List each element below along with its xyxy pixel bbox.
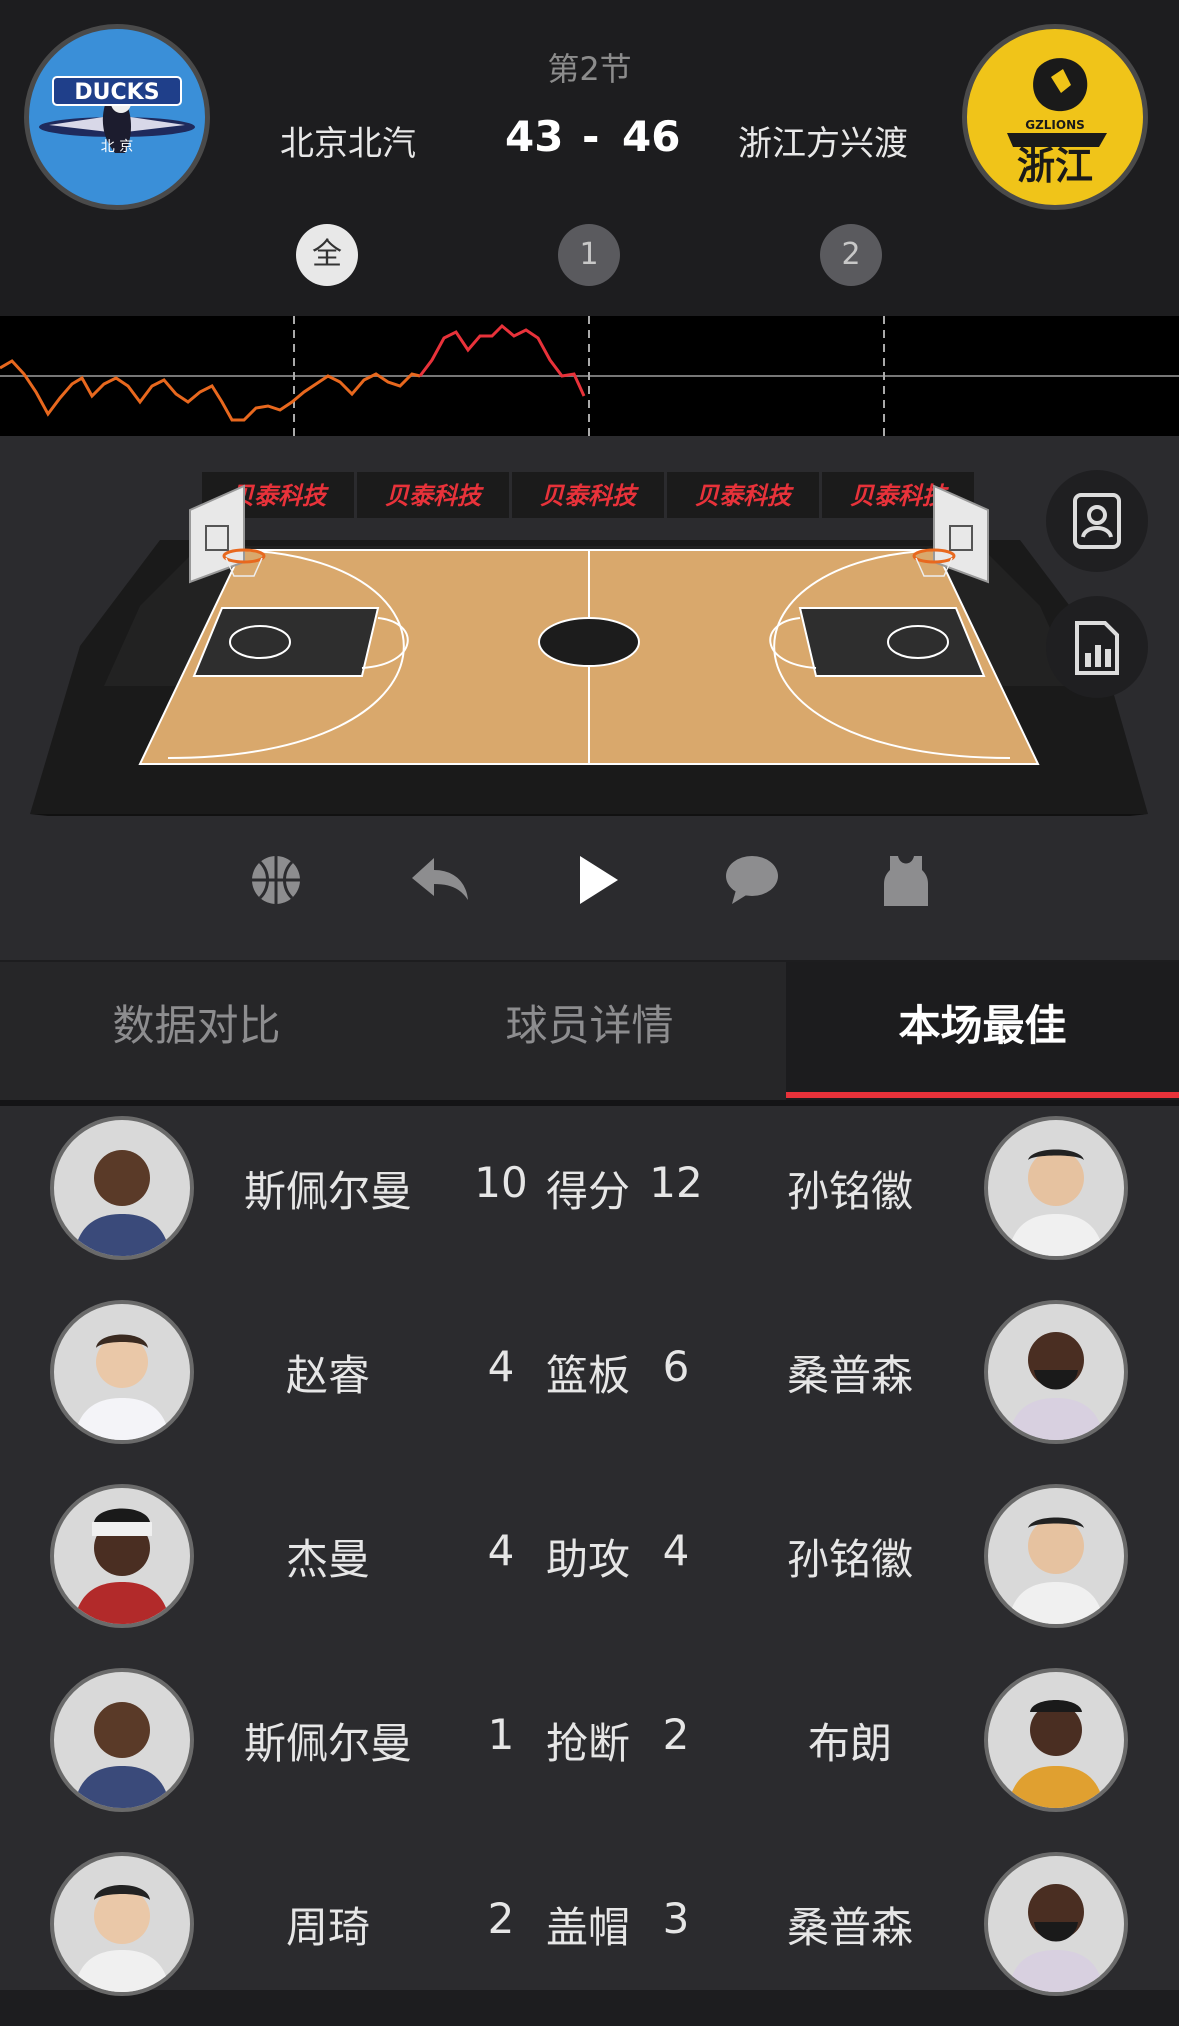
away-team-logo[interactable]: GZLIONS 浙江 <box>962 24 1148 210</box>
chat-icon <box>726 856 778 904</box>
list-item[interactable]: 赵睿 4 篮板 6 桑普森 <box>0 1290 1179 1474</box>
avatar[interactable] <box>50 1484 194 1628</box>
away-team-name: 浙江方兴渡 <box>738 124 908 164</box>
away-logo-top: GZLIONS <box>1025 118 1085 132</box>
left-player-value: 1 <box>487 1710 515 1759</box>
player-card-button[interactable] <box>1046 470 1148 572</box>
left-player-name: 斯佩尔曼 <box>243 1719 412 1768</box>
avatar[interactable] <box>50 1116 194 1260</box>
right-player-name: 孙铭徽 <box>786 1167 913 1216</box>
stat-label: 抢断 <box>545 1719 630 1768</box>
avatar[interactable] <box>984 1668 1128 1812</box>
list-item[interactable]: 斯佩尔曼 10 得分 12 孙铭徽 <box>0 1106 1179 1290</box>
right-player-name: 孙铭徽 <box>786 1535 913 1584</box>
quarter-button-2[interactable]: 2 <box>820 224 882 286</box>
stat-label: 篮板 <box>545 1351 630 1400</box>
left-player-name: 赵睿 <box>285 1351 370 1400</box>
left-player-name: 周琦 <box>285 1903 370 1952</box>
avatar[interactable] <box>984 1484 1128 1628</box>
right-player-value: 12 <box>649 1158 703 1207</box>
avatar[interactable] <box>984 1300 1128 1444</box>
right-player-value: 3 <box>662 1894 690 1943</box>
score-separator: - <box>582 112 600 161</box>
best-players-list: 斯佩尔曼 10 得分 12 孙铭徽 赵睿 4 篮板 6 桑普森 杰曼 4 助攻 … <box>0 1106 1179 1996</box>
stat-label: 盖帽 <box>545 1903 630 1952</box>
active-tab-indicator <box>786 1092 1179 1098</box>
left-player-name: 杰曼 <box>285 1535 370 1584</box>
right-player-name: 桑普森 <box>786 1351 913 1400</box>
svg-text:贝泰科技: 贝泰科技 <box>695 482 794 510</box>
scoreboard-header: DUCKS 北 京 第2节 北京北汽 43 - 46 浙江方兴渡 GZLIONS… <box>0 0 1179 316</box>
basketball-icon <box>252 856 300 904</box>
tab-data-compare[interactable]: 数据对比 <box>0 962 393 1100</box>
left-player-name: 斯佩尔曼 <box>243 1167 412 1216</box>
home-score: 43 <box>505 112 564 161</box>
left-player-value: 10 <box>474 1158 528 1207</box>
list-item[interactable]: 斯佩尔曼 1 抢断 2 布朗 <box>0 1658 1179 1842</box>
undo-icon <box>412 858 468 900</box>
undo-button[interactable] <box>408 850 468 910</box>
left-player-value: 2 <box>487 1894 515 1943</box>
right-player-value: 2 <box>662 1710 690 1759</box>
svg-text:贝泰科技: 贝泰科技 <box>540 482 639 510</box>
sponsor-boards: 贝泰科技 贝泰科技 贝泰科技 贝泰科技 贝泰科技 <box>202 472 974 518</box>
away-logo-main: 浙江 <box>1017 144 1093 188</box>
quarter-button-1[interactable]: 1 <box>558 224 620 286</box>
stats-chart-button[interactable] <box>1046 596 1148 698</box>
list-item[interactable]: 周琦 2 盖帽 3 桑普森 <box>0 1842 1179 2026</box>
home-logo-sub: 北 京 <box>101 139 133 155</box>
play-button[interactable] <box>568 850 628 910</box>
avatar[interactable] <box>50 1852 194 1996</box>
tab-best-players[interactable]: 本场最佳 <box>786 962 1179 1100</box>
right-player-name: 布朗 <box>807 1719 892 1768</box>
avatar[interactable] <box>984 1116 1128 1260</box>
right-player-value: 6 <box>662 1342 690 1391</box>
list-item[interactable]: 杰曼 4 助攻 4 孙铭徽 <box>0 1474 1179 1658</box>
tab-player-details[interactable]: 球员详情 <box>393 962 786 1100</box>
quarter-button-all[interactable]: 全 <box>296 224 358 286</box>
home-team-name: 北京北汽 <box>280 124 416 164</box>
away-score: 46 <box>622 112 681 161</box>
jersey-button[interactable] <box>876 850 936 910</box>
left-player-value: 4 <box>487 1526 515 1575</box>
player-card-icon <box>1073 493 1121 549</box>
jersey-icon <box>884 856 928 906</box>
stat-label: 得分 <box>545 1167 630 1216</box>
left-player-value: 4 <box>487 1342 515 1391</box>
chat-button[interactable] <box>722 850 782 910</box>
avatar[interactable] <box>50 1668 194 1812</box>
play-icon <box>580 856 618 904</box>
right-player-value: 4 <box>662 1526 690 1575</box>
avatar[interactable] <box>984 1852 1128 1996</box>
svg-text:贝泰科技: 贝泰科技 <box>385 482 484 510</box>
trend-line-above <box>418 323 586 397</box>
stats-tabs: 数据对比 球员详情 本场最佳 <box>0 962 1179 1100</box>
score-trend-chart <box>0 316 1179 436</box>
basketball-button[interactable] <box>246 850 306 910</box>
right-player-name: 桑普森 <box>786 1903 913 1952</box>
avatar[interactable] <box>50 1300 194 1444</box>
stat-label: 助攻 <box>545 1535 630 1584</box>
stats-chart-icon <box>1075 621 1119 675</box>
trend-line-below <box>0 359 421 422</box>
